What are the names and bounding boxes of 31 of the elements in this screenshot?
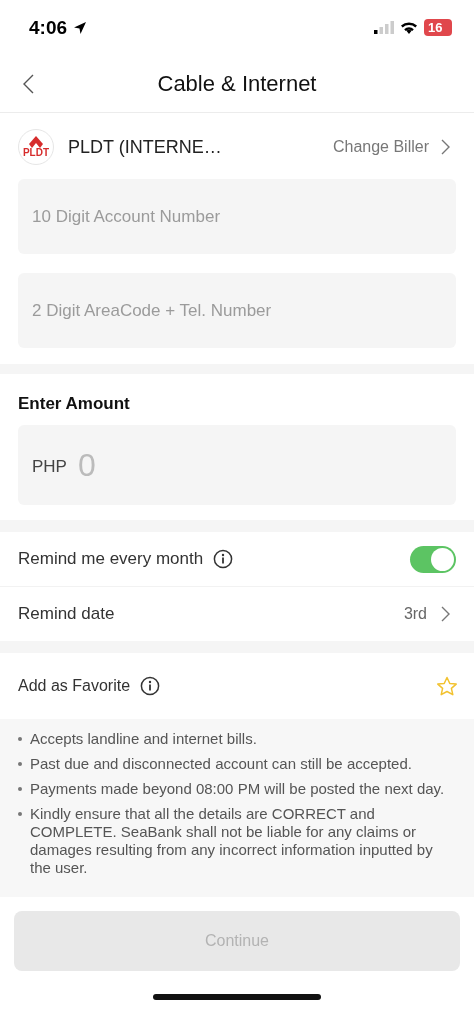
toggle-switch[interactable] [410,545,456,573]
note-text: Kindly ensure that all the details are CORRECT and COMPLETE. SeaBank shall not be liable for any claims or damages resulting from any incorrect information inputted by the user. [30,805,434,877]
setting-label: Add as Favorite [18,677,131,695]
bullet-icon [18,812,22,816]
page-title: Cable & Internet [157,70,317,97]
setting-label: Remind me every month [18,549,204,569]
input-field[interactable]: 2 Digit AreaCode + Tel. Number [18,273,456,348]
bullet-icon [18,787,22,791]
note-text: Accepts landline and internet bills. [30,730,257,748]
info-icon[interactable] [213,549,234,569]
signal-icon [374,21,394,34]
battery-level: 16 [424,19,452,36]
clock-time: 4:06 [29,16,68,39]
currency-label: PHP [32,457,67,477]
location-arrow-icon [73,20,88,35]
setting-label: Remind date [18,604,115,624]
section-label: Enter Amount [18,394,130,414]
note-text: Payments made beyond 08:00 PM will be posted the next day. [30,780,445,798]
note-text: Past due and disconnected account can still be accepted. [30,755,412,773]
chevron-right-icon [441,139,450,155]
back-icon[interactable] [22,74,34,94]
change-biller-link[interactable]: Change Biller [332,138,450,156]
wifi-icon [400,21,418,34]
input-field[interactable]: 10 Digit Account Number [18,179,456,254]
bullet-icon [18,762,22,766]
info-icon[interactable] [140,676,161,696]
chevron-right-icon [441,606,450,622]
remind-date-selector[interactable]: 3rd [403,605,456,623]
biller-name: PLDT (INTERNE… [68,136,223,158]
star-icon[interactable] [436,675,458,697]
bullet-icon [18,737,22,741]
